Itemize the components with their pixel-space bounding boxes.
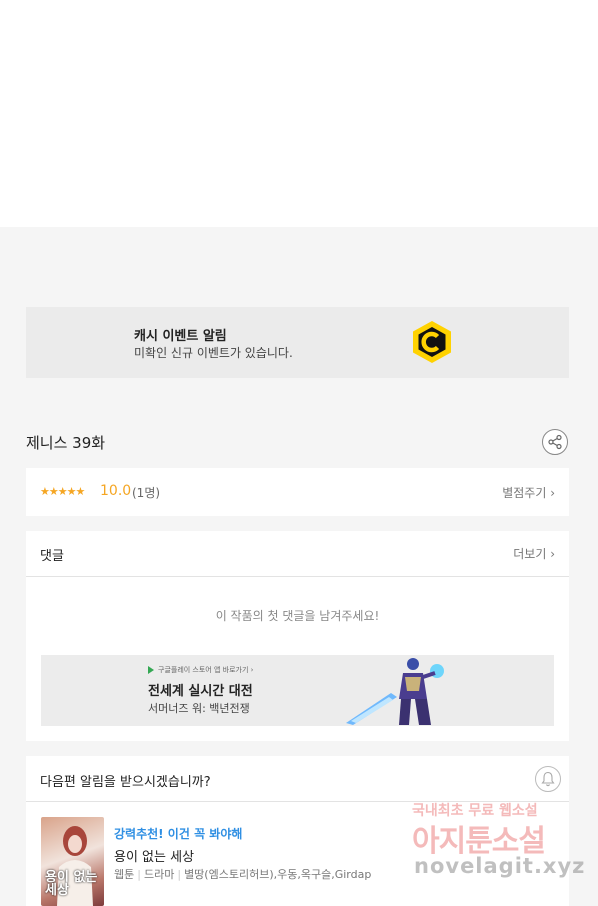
- rating-count: (1명): [132, 486, 161, 500]
- cover-title-text: 용이 없는 세상: [45, 869, 98, 899]
- meta-separator: |: [137, 868, 141, 881]
- event-banner-title: 캐시 이벤트 알림: [134, 329, 227, 344]
- ad-title: 전세계 실시간 대전: [148, 684, 253, 699]
- rating-stars: ★★★★★: [40, 485, 85, 498]
- recommendation-cover-image[interactable]: 용이 없는 세상: [41, 817, 104, 906]
- empty-comment-message[interactable]: 이 작품의 첫 댓글을 남겨주세요!: [26, 607, 569, 624]
- meta-separator: |: [177, 868, 182, 881]
- comments-more-button[interactable]: 더보기 ›: [513, 545, 555, 562]
- divider: [26, 576, 569, 577]
- game-character-image: [346, 658, 444, 725]
- divider: [26, 801, 569, 802]
- ad-banner[interactable]: 구글플레이 스토어 앱 바로가기 › 전세계 실시간 대전 서머너즈 워: 백년…: [41, 655, 554, 726]
- meta-genre: 드라마: [143, 868, 175, 881]
- bell-icon: [541, 771, 555, 787]
- episode-title: 제니스 39화: [26, 434, 106, 452]
- google-play-icon: [148, 666, 154, 674]
- recommendation-title[interactable]: 용이 없는 세상: [114, 846, 194, 865]
- meta-authors: 별땅(엠스토리허브),우동,옥구슬,Girdap: [184, 868, 372, 881]
- coin-c-icon: [409, 319, 455, 365]
- recommendation-tag[interactable]: 강력추천! 이건 꼭 봐야해: [114, 825, 242, 842]
- rate-button[interactable]: 별점주기 ›: [502, 484, 555, 501]
- ad-store-link: 구글플레이 스토어 앱 바로가기 ›: [148, 665, 253, 675]
- comment-card: 댓글 더보기 › 이 작품의 첫 댓글을 남겨주세요! 구글플레이 스토어 앱 …: [26, 531, 569, 741]
- rating-card: ★★★★★ 10.0 (1명) 별점주기 ›: [26, 468, 569, 516]
- rating-value: 10.0: [100, 483, 132, 499]
- share-button[interactable]: [542, 429, 568, 455]
- next-episode-notify-card: 다음편 알림을 받으시겠습니까? 용이 없는 세상 강력추천! 이건 꼭 봐야해…: [26, 756, 569, 906]
- share-icon: [548, 434, 562, 450]
- cash-event-banner[interactable]: 캐시 이벤트 알림 미확인 신규 이벤트가 있습니다.: [26, 307, 569, 378]
- recommendation-meta: 웹툰 | 드라마 | 별땅(엠스토리허브),우동,옥구슬,Girdap: [114, 866, 371, 882]
- event-banner-subtitle: 미확인 신규 이벤트가 있습니다.: [134, 346, 293, 360]
- ad-subtitle: 서머너즈 워: 백년전쟁: [148, 702, 250, 715]
- meta-category: 웹툰: [114, 868, 135, 881]
- blank-content-area: [0, 0, 598, 227]
- notify-bell-button[interactable]: [535, 766, 561, 792]
- notify-question: 다음편 알림을 받으시겠습니까?: [40, 775, 211, 790]
- comments-header: 댓글: [40, 549, 64, 564]
